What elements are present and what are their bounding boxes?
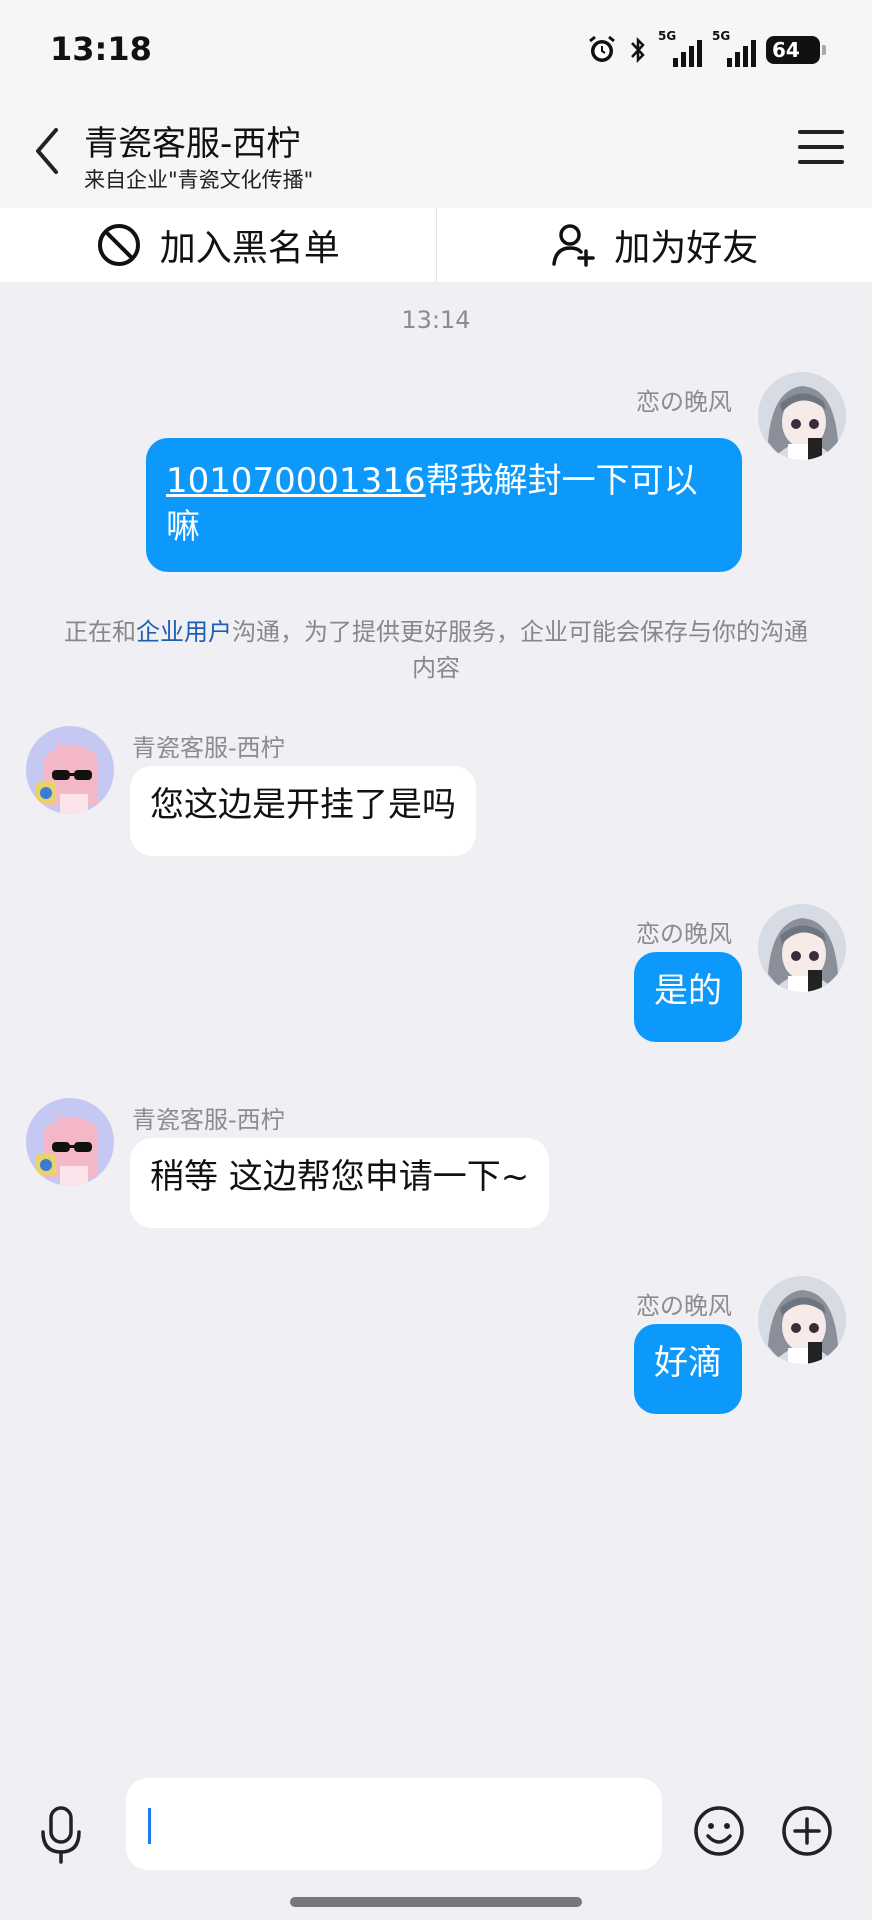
chevron-left-icon — [36, 128, 58, 174]
alarm-icon — [589, 35, 615, 62]
status-icons: 5G 5G 64 — [586, 29, 826, 70]
enterprise-notice: 正在和企业用户沟通，为了提供更好服务，企业可能会保存与你的沟通内容 — [64, 618, 808, 682]
chat-header: 青瓷客服-西柠 来自企业"青瓷文化传播" — [0, 100, 872, 208]
sender-name: 恋の晚风 — [636, 1292, 732, 1320]
bluetooth-icon — [631, 36, 645, 64]
chat-title: 青瓷客服-西柠 — [84, 124, 301, 164]
input-bar — [0, 1770, 872, 1920]
signal-icon: 5G — [712, 29, 756, 67]
status-bar: 13:18 5G 5G 64 — [0, 0, 872, 100]
chat-subtitle: 来自企业"青瓷文化传播" — [84, 168, 314, 192]
avatar[interactable] — [26, 1098, 114, 1186]
block-icon — [97, 224, 140, 266]
message-bubble[interactable]: 稍等 这边帮您申请一下~ — [130, 1138, 550, 1228]
sender-name: 恋の晚风 — [636, 920, 732, 948]
menu-icon — [798, 130, 844, 134]
block-label: 加入黑名单 — [159, 228, 340, 269]
status-time: 13:18 — [50, 30, 152, 68]
action-bar: 加入黑名单 加为好友 — [0, 208, 872, 282]
message-timestamp: 13:14 — [401, 306, 471, 334]
sender-name: 青瓷客服-西柠 — [132, 1106, 285, 1134]
back-button[interactable] — [22, 120, 72, 182]
voice-button[interactable] — [36, 1804, 86, 1866]
menu-button[interactable] — [798, 130, 844, 170]
avatar[interactable] — [26, 726, 114, 814]
sender-name: 青瓷客服-西柠 — [132, 734, 285, 762]
add-friend-label: 加为好友 — [614, 228, 759, 269]
sender-name: 恋の晚风 — [636, 388, 732, 416]
more-button[interactable] — [780, 1804, 834, 1858]
add-friend-button[interactable]: 加为好友 — [437, 208, 872, 282]
smiley-icon — [694, 1806, 744, 1856]
message-input[interactable] — [126, 1778, 662, 1870]
microphone-icon — [41, 1806, 81, 1864]
message-bubble[interactable]: 101070001316帮我解封一下可以嘛 — [146, 438, 742, 572]
plus-icon — [782, 1806, 832, 1856]
message-bubble[interactable]: 是的 — [634, 952, 742, 1042]
avatar[interactable] — [758, 372, 846, 460]
add-user-icon — [552, 224, 595, 267]
avatar[interactable] — [758, 1276, 846, 1364]
home-indicator[interactable] — [290, 1897, 582, 1907]
message-bubble[interactable]: 好滴 — [634, 1324, 742, 1414]
signal-icon: 5G — [658, 29, 702, 67]
enterprise-user-link[interactable]: 企业用户 — [136, 618, 232, 646]
message-bubble[interactable]: 您这边是开挂了是吗 — [130, 766, 476, 856]
emoji-button[interactable] — [692, 1804, 746, 1858]
block-button[interactable]: 加入黑名单 — [0, 208, 436, 282]
user-id-link[interactable]: 101070001316 — [166, 461, 426, 501]
avatar[interactable] — [758, 904, 846, 992]
message-list[interactable]: 13:14 恋の晚风 101070001316帮我解封一下可以嘛 正在和企业用户… — [0, 282, 872, 1770]
battery-icon: 64 — [766, 36, 826, 64]
text-caret — [148, 1808, 151, 1844]
